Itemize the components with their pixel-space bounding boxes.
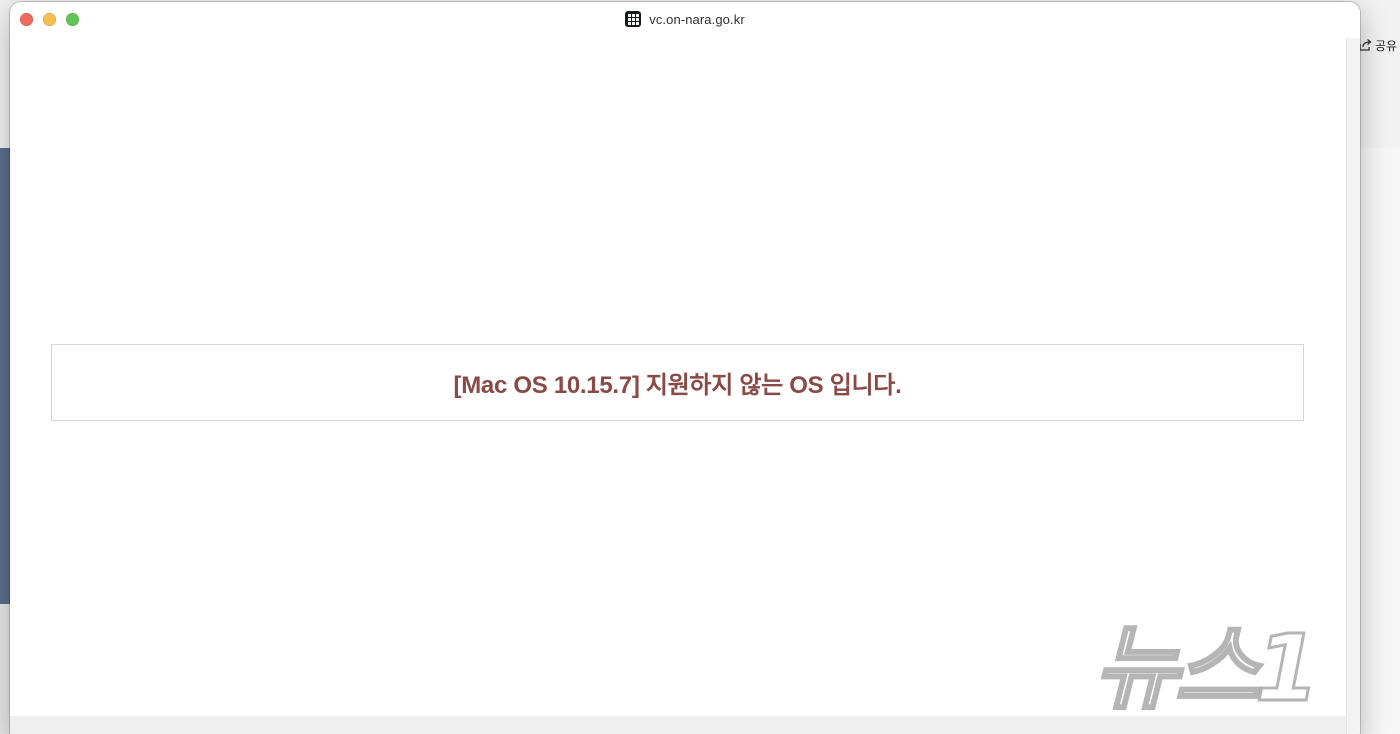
unsupported-os-notice: [Mac OS 10.15.7] 지원하지 않는 OS 입니다. xyxy=(51,344,1304,421)
grid-app-icon xyxy=(625,11,642,27)
share-label: 공유 xyxy=(1375,38,1398,53)
news1-watermark-logo: 뉴스1 xyxy=(1088,602,1388,724)
window-titlebar[interactable]: vc.on-nara.go.kr xyxy=(10,2,1360,38)
notice-message: [Mac OS 10.15.7] 지원하지 않는 OS 입니다. xyxy=(453,372,902,399)
share-icon xyxy=(1359,39,1372,51)
address-display: vc.on-nara.go.kr xyxy=(10,11,1360,27)
watermark-text: 뉴스1 xyxy=(1094,615,1315,722)
background-share-button[interactable]: 공유 xyxy=(1358,34,1400,56)
page-url: vc.on-nara.go.kr xyxy=(649,11,745,27)
screen: 공유 vc.on-nara.go.kr [Mac OS 10.15.7] 지원하… xyxy=(0,0,1400,734)
